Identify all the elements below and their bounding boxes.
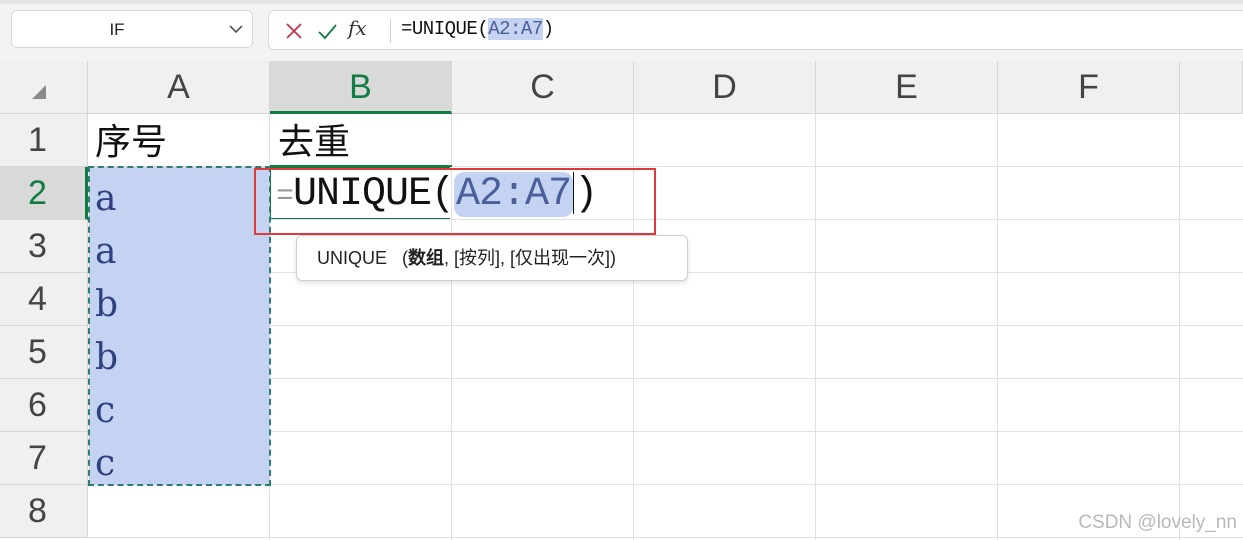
formula-toolbar: IF fx =UNIQUE(A2:A7) [0, 0, 1243, 61]
formula-range-ref: A2:A7 [488, 18, 543, 40]
column-header-c[interactable]: C [452, 61, 634, 114]
row-header-3[interactable]: 3 [0, 220, 88, 273]
row-header-8[interactable]: 8 [0, 485, 88, 538]
column-header-d[interactable]: D [634, 61, 816, 114]
column-header-f[interactable]: F [998, 61, 1180, 114]
cell-b1[interactable]: 去重 [278, 116, 350, 169]
column-header-a[interactable]: A [88, 61, 270, 114]
chevron-down-icon[interactable] [229, 23, 243, 35]
name-box-value: IF [109, 20, 125, 39]
highlight-annotation-box [254, 168, 656, 235]
check-icon[interactable] [316, 20, 338, 42]
tooltip-current-arg: 数组 [408, 248, 445, 268]
row-header-4[interactable]: 4 [0, 273, 88, 326]
selected-range-marquee [88, 166, 271, 486]
toolbar-stripe [0, 0, 1243, 4]
gridline [88, 537, 1243, 538]
formula-suffix: ) [542, 18, 554, 40]
gridline [1179, 114, 1180, 540]
tooltip-other-args: , [按列], [仅出现一次]) [444, 248, 617, 268]
column-header-b[interactable]: B [270, 61, 452, 114]
watermark: CSDN @lovely_nn [1078, 512, 1237, 533]
row-header-2[interactable]: 2 [0, 167, 88, 220]
function-signature-tooltip: UNIQUE (数组, [按列], [仅出现一次]) [296, 235, 688, 281]
insert-function-icon[interactable]: fx [348, 16, 367, 40]
select-all-icon [32, 85, 46, 99]
formula-prefix: =UNIQUE( [401, 18, 489, 40]
row-header-1[interactable]: 1 [0, 114, 88, 167]
formula-input[interactable]: =UNIQUE(A2:A7) [401, 18, 554, 40]
select-all-corner[interactable] [0, 61, 88, 114]
row-header-6[interactable]: 6 [0, 379, 88, 432]
cell-a1[interactable]: 序号 [95, 116, 167, 169]
column-header-e[interactable]: E [816, 61, 998, 114]
name-box[interactable]: IF [11, 10, 253, 48]
gridline [997, 114, 998, 540]
formula-bar[interactable]: fx =UNIQUE(A2:A7) [268, 10, 1243, 50]
formula-divider [390, 19, 391, 43]
cancel-icon[interactable] [283, 20, 305, 42]
gridline [815, 114, 816, 540]
tooltip-function-name[interactable]: UNIQUE [317, 248, 387, 268]
row-header-5[interactable]: 5 [0, 326, 88, 379]
row-header-7[interactable]: 7 [0, 432, 88, 485]
column-header-g[interactable] [1180, 61, 1243, 114]
